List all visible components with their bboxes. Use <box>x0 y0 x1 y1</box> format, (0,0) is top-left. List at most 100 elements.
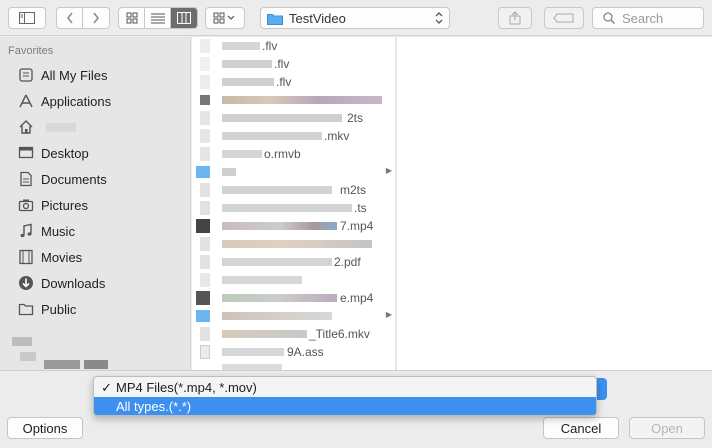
toolbar: TestVideo Search <box>0 0 712 36</box>
file-icon <box>200 255 210 269</box>
share-icon <box>509 11 521 25</box>
open-button[interactable]: Open <box>629 417 705 439</box>
sidebar-item-music[interactable]: Music <box>0 219 190 243</box>
sidebar-toggle-button[interactable] <box>8 7 46 29</box>
sidebar-item-downloads[interactable]: Downloads <box>0 271 190 295</box>
file-name: o.rmvb <box>264 147 301 161</box>
redacted-text <box>222 150 262 158</box>
search-placeholder: Search <box>622 10 664 26</box>
file-name: .flv <box>276 75 292 89</box>
file-name: 2ts <box>347 111 364 125</box>
cancel-button[interactable]: Cancel <box>543 417 619 439</box>
filetype-option-mp4[interactable]: ✓ MP4 Files(*.mp4, *.mov) <box>94 378 596 397</box>
filetype-popup-button[interactable] <box>597 378 607 400</box>
sidebar-item-label: Applications <box>41 93 112 109</box>
file-icon <box>200 111 210 125</box>
filetype-option-label: MP4 Files(*.mp4, *.mov) <box>116 380 257 395</box>
sidebar-icon <box>19 12 35 24</box>
file-icon <box>196 219 210 233</box>
redacted-text <box>12 337 32 346</box>
back-button[interactable] <box>57 8 83 28</box>
location-label: TestVideo <box>289 10 346 26</box>
file-row[interactable]: .ts <box>192 199 395 217</box>
sidebar-item-home[interactable] <box>0 115 190 139</box>
file-row[interactable]: 9A.ass <box>192 343 395 361</box>
arrange-button[interactable] <box>205 7 245 29</box>
file-row[interactable]: .flv <box>192 73 395 91</box>
redacted-text <box>44 360 80 369</box>
sidebar-item-all-my-files[interactable]: All My Files <box>0 63 190 87</box>
file-row[interactable]: m2ts <box>192 181 395 199</box>
file-name: 7.mp4 <box>340 219 374 233</box>
file-name: m2ts <box>340 183 367 197</box>
filetype-option-label: All types.(*.*) <box>116 399 192 414</box>
documents-icon <box>16 169 36 189</box>
redacted-text <box>222 186 332 194</box>
file-row[interactable]: 2ts <box>192 109 395 127</box>
folder-row[interactable]: ▶ <box>192 307 395 325</box>
home-icon <box>16 117 36 137</box>
file-row[interactable]: 7.mp4 <box>192 217 395 235</box>
sidebar-item-documents[interactable]: Documents <box>0 167 190 191</box>
sidebar-item-label: Movies <box>41 249 83 265</box>
updown-chevron-icon <box>435 12 443 24</box>
forward-button[interactable] <box>83 8 109 28</box>
file-row[interactable]: 2.pdf <box>192 253 395 271</box>
filetype-option-all[interactable]: All types.(*.*) <box>94 397 596 415</box>
icon-view-button[interactable] <box>119 8 145 28</box>
redacted-text <box>222 168 236 176</box>
sidebar-item-label: Desktop <box>41 145 89 161</box>
sidebar-item-label: Pictures <box>41 197 88 213</box>
file-name: .ts <box>354 201 367 215</box>
file-row[interactable]: .flv <box>192 55 395 73</box>
options-button[interactable]: Options <box>7 417 83 439</box>
share-button[interactable] <box>498 7 532 29</box>
public-icon <box>16 299 36 319</box>
folder-icon <box>267 13 283 25</box>
file-row[interactable] <box>192 235 395 253</box>
redacted-text <box>222 348 284 356</box>
music-icon <box>16 221 36 241</box>
file-column: .flv .flv .flv 2ts .mkv o.rmvb ▶ m2ts .t… <box>192 37 396 370</box>
applications-icon <box>16 91 36 111</box>
file-row[interactable] <box>192 271 395 289</box>
file-row[interactable]: .mkv <box>192 127 395 145</box>
sidebar-item-desktop[interactable]: Desktop <box>0 141 190 165</box>
list-icon <box>150 13 165 24</box>
file-row[interactable] <box>192 91 395 109</box>
tags-button[interactable] <box>544 7 584 29</box>
folder-icon <box>196 166 210 178</box>
check-icon: ✓ <box>101 379 112 395</box>
search-field[interactable]: Search <box>592 7 704 29</box>
redacted-text <box>222 114 342 122</box>
folder-icon <box>196 310 210 322</box>
camera-icon <box>16 195 36 215</box>
tag-icon <box>553 13 574 23</box>
location-popup[interactable]: TestVideo <box>260 7 450 29</box>
file-row[interactable]: .flv <box>192 37 395 55</box>
file-icon <box>200 183 210 197</box>
file-name: 2.pdf <box>334 255 361 269</box>
redacted-text <box>222 78 274 86</box>
file-row[interactable]: e.mp4 <box>192 289 395 307</box>
file-name: .mkv <box>324 129 350 143</box>
sidebar-item-label: All My Files <box>41 67 108 83</box>
file-icon <box>200 237 210 251</box>
redacted-text <box>222 132 322 140</box>
column-view-button[interactable] <box>171 8 197 28</box>
sidebar-item-movies[interactable]: Movies <box>0 245 190 269</box>
redacted-text <box>222 258 332 266</box>
file-row[interactable] <box>192 361 395 370</box>
sidebar-item-pictures[interactable]: Pictures <box>0 193 190 217</box>
sidebar-item-public[interactable]: Public <box>0 297 190 321</box>
sidebar-item-applications[interactable]: Applications <box>0 89 190 113</box>
file-name: _Title6.mkv <box>309 327 370 341</box>
movies-icon <box>16 247 36 267</box>
file-row[interactable]: _Title6.mkv <box>192 325 395 343</box>
file-row[interactable]: o.rmvb <box>192 145 395 163</box>
file-icon <box>200 75 210 89</box>
list-view-button[interactable] <box>145 8 171 28</box>
redacted-text <box>222 240 372 248</box>
file-icon <box>200 345 210 359</box>
folder-row[interactable]: ▶ <box>192 163 395 181</box>
